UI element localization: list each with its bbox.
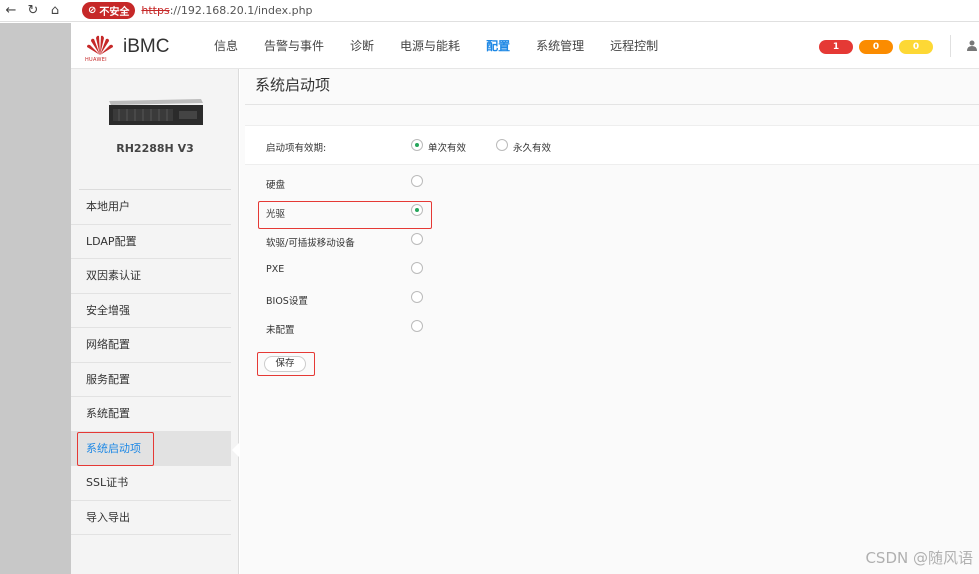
url-rest: ://192.168.20.1/index.php xyxy=(169,4,313,17)
sidebar-item-security[interactable]: 安全增强 xyxy=(71,294,231,328)
product-name: iBMC xyxy=(123,36,170,57)
boot-option-floppy-radio[interactable] xyxy=(411,233,423,245)
top-navigation: HUAWEI iBMC 信息 告警与事件 诊断 电源与能耗 配置 系统管理 远程… xyxy=(71,23,979,69)
reload-icon[interactable]: ↻ xyxy=(22,0,44,22)
security-label: 不安全 xyxy=(99,7,130,18)
validity-label: 启动项有效期: xyxy=(266,143,327,154)
menu-system-management[interactable]: 系统管理 xyxy=(536,23,584,69)
address-bar[interactable]: https://192.168.20.1/index.php xyxy=(141,4,312,17)
huawei-logo-icon: HUAWEI xyxy=(85,34,115,63)
validity-permanent-label: 永久有效 xyxy=(513,143,552,154)
back-icon[interactable]: ← xyxy=(0,0,22,22)
server-image xyxy=(105,97,205,127)
boot-option-hdd-radio[interactable] xyxy=(411,175,423,187)
browser-toolbar: ← ↻ ⌂ ⊘ 不安全 https://192.168.20.1/index.p… xyxy=(0,0,979,22)
menu-remote-control[interactable]: 远程控制 xyxy=(610,23,658,69)
security-warning-badge[interactable]: ⊘ 不安全 xyxy=(82,2,136,19)
brand-logo[interactable]: HUAWEI iBMC xyxy=(85,34,170,63)
boot-option-label-floppy: 软驱/可插拔移动设备 xyxy=(266,238,355,249)
sidebar-item-network[interactable]: 网络配置 xyxy=(71,328,231,363)
url-scheme: https xyxy=(141,4,170,17)
menu-diagnostics[interactable]: 诊断 xyxy=(350,23,374,69)
validity-permanent-radio[interactable] xyxy=(496,139,508,151)
validity-once-radio[interactable] xyxy=(411,139,423,151)
menu-configuration[interactable]: 配置 xyxy=(486,23,510,69)
home-icon[interactable]: ⌂ xyxy=(44,0,66,22)
user-icon[interactable] xyxy=(967,40,977,54)
cdrom-highlight-box xyxy=(258,201,432,229)
boot-option-label-hdd: 硬盘 xyxy=(266,180,286,191)
validity-band xyxy=(245,125,979,165)
menu-power[interactable]: 电源与能耗 xyxy=(400,23,460,69)
sidebar-item-system-config[interactable]: 系统配置 xyxy=(71,397,231,432)
sidebar-menu: 本地用户 LDAP配置 双因素认证 安全增强 网络配置 服务配置 系统配置 系统… xyxy=(71,190,240,535)
boot-option-label-pxe: PXE xyxy=(266,264,285,275)
server-model: RH2288H V3 xyxy=(116,142,194,155)
menu-alarms-events[interactable]: 告警与事件 xyxy=(264,23,324,69)
sidebar: RH2288H V3 本地用户 LDAP配置 双因素认证 安全增强 网络配置 服… xyxy=(71,69,240,574)
boot-option-label-bios: BIOS设置 xyxy=(266,296,308,307)
main-menu: 信息 告警与事件 诊断 电源与能耗 配置 系统管理 远程控制 xyxy=(214,23,684,69)
sidebar-item-two-factor[interactable]: 双因素认证 xyxy=(71,259,231,294)
major-alarm-badge[interactable]: 0 xyxy=(859,40,893,54)
sidebar-item-ssl[interactable]: SSL证书 xyxy=(71,466,231,501)
sidebar-item-import-export[interactable]: 导入导出 xyxy=(71,501,231,535)
sidebar-highlight-box xyxy=(77,432,154,466)
save-highlight-box xyxy=(257,352,315,376)
validity-once-label: 单次有效 xyxy=(428,143,467,154)
watermark: CSDN @随风语 xyxy=(865,549,973,567)
boot-option-bios-radio[interactable] xyxy=(411,291,423,303)
vendor-name: HUAWEI xyxy=(85,57,107,63)
sidebar-item-local-users[interactable]: 本地用户 xyxy=(71,190,231,225)
page-title: 系统启动项 xyxy=(255,76,331,94)
boot-option-label-none: 未配置 xyxy=(266,325,295,336)
shield-icon: ⊘ xyxy=(88,5,97,16)
boot-option-none-radio[interactable] xyxy=(411,320,423,332)
nav-divider xyxy=(950,35,951,57)
menu-info[interactable]: 信息 xyxy=(214,23,238,69)
desktop-margin xyxy=(0,23,71,574)
critical-alarm-badge[interactable]: 1 xyxy=(819,40,853,54)
minor-alarm-badge[interactable]: 0 xyxy=(899,40,933,54)
title-divider xyxy=(245,104,979,105)
boot-option-pxe-radio[interactable] xyxy=(411,262,423,274)
sidebar-item-services[interactable]: 服务配置 xyxy=(71,363,231,397)
main-content: 系统启动项 启动项有效期: 单次有效 永久有效 硬盘 光驱 软驱/可插拔移动设备… xyxy=(240,69,979,574)
sidebar-item-ldap[interactable]: LDAP配置 xyxy=(71,225,231,259)
